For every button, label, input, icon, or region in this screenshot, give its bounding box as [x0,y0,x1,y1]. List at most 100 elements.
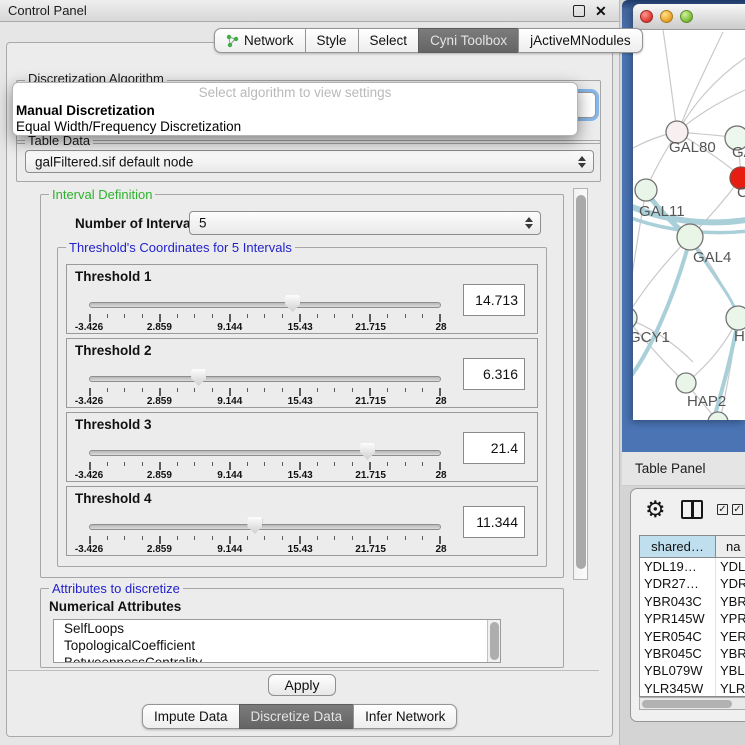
algorithm-dropdown-popup: Select algorithm to view settings Manual… [12,82,578,136]
tick-mark [439,462,441,470]
threshold-value-field[interactable]: 14.713 [463,284,525,316]
threshold-value-field[interactable]: 11.344 [463,506,525,538]
attributes-list-scrollbar[interactable] [487,620,500,662]
thresholds-list: Threshold 1 -3.4262.8599.14415.4321.7152… [58,260,546,556]
tick-mark [194,536,195,540]
table-row[interactable]: YER054CYER0 [640,628,745,645]
tick-mark [317,462,318,466]
tick-mark [159,536,161,544]
attributes-list-scrollbar-thumb[interactable] [490,622,499,660]
node-h[interactable] [726,306,745,330]
threshold-slider[interactable]: -3.4262.8599.14415.4321.71528 [89,413,441,483]
interval-definition-group-title: Interval Definition [49,187,155,202]
table-row[interactable]: YBL079WYBL0 [640,662,745,679]
network-graph: GAL80 GA C GAL11 GAL4 GCY1 H HAP2 [633,30,745,420]
tick-mark [439,536,441,544]
slider-handle-icon[interactable] [247,517,262,534]
tick-mark [299,462,301,470]
tick-mark [194,462,195,466]
tick-label: 2.859 [147,322,172,333]
slider-track[interactable] [89,376,441,382]
minimize-traffic-light-icon[interactable] [660,10,673,23]
slider-handle-icon[interactable] [360,443,375,460]
table-horizontal-scrollbar[interactable] [639,697,745,710]
table-row[interactable]: YLR345WYLR3 [640,680,745,697]
attribute-list-item[interactable]: TopologicalCoefficient [54,637,500,654]
tab-jactivemnodules[interactable]: jActiveMNodules [518,28,643,53]
network-canvas[interactable]: GAL80 GA C GAL11 GAL4 GCY1 H HAP2 [633,30,745,420]
slider-handle-icon[interactable] [285,295,300,312]
apply-button[interactable]: Apply [268,674,336,696]
tick-label: 21.715 [355,322,386,333]
slider-handle-icon[interactable] [191,369,206,386]
tick-mark [405,462,406,466]
node-gcy1[interactable] [633,307,637,329]
tick-mark [212,536,213,540]
algorithm-option-equal-width-frequency[interactable]: Equal Width/Frequency Discretization [13,119,577,135]
tab-infer-network[interactable]: Infer Network [353,704,457,729]
algorithm-option-manual-discretization[interactable]: Manual Discretization [13,103,577,119]
tick-mark [124,462,125,466]
tick-mark [352,536,353,540]
column-header-shared-name[interactable]: shared… [640,536,716,557]
thresholds-group-title: Threshold's Coordinates for 5 Intervals [66,240,295,255]
table-data-group: Table Data galFiltered.sif default node [16,140,601,182]
close-traffic-light-icon[interactable] [640,10,653,23]
network-window-titlebar[interactable] [633,4,745,30]
tick-mark [212,314,213,318]
slider-track[interactable] [89,302,441,308]
table-row[interactable]: YBR045CYBR0 [640,645,745,662]
column-header-name[interactable]: na [716,536,745,557]
float-window-icon[interactable] [573,5,585,17]
checkbox-icon-2[interactable]: ✓ [732,504,743,515]
tab-discretize-data[interactable]: Discretize Data [239,704,355,729]
attribute-list-item[interactable]: BetweennessCentrality [54,654,500,663]
table-horizontal-scrollbar-thumb[interactable] [642,700,732,708]
table-body: YDL19…YDL1YDR27…YDR2YBR043CYBR0YPR145WYP… [640,558,745,697]
table-row[interactable]: YDL19…YDL1 [640,558,745,575]
tab-impute-data[interactable]: Impute Data [142,704,240,729]
label-partial-ga: GA [732,144,745,161]
tab-label: Select [370,33,408,48]
tab-network[interactable]: Network [214,28,306,53]
split-table-icon[interactable] [681,500,703,519]
tick-mark [317,536,318,540]
tick-label: -3.426 [75,470,103,481]
slider-tick-labels: -3.4262.8599.14415.4321.71528 [89,470,441,482]
tick-mark [159,388,161,396]
node-hap2[interactable] [676,373,696,393]
tick-mark [177,462,178,466]
node-gal4[interactable] [677,224,703,250]
bottom-tab-bar: Impute DataDiscretize DataInfer Network [142,704,457,729]
zoom-traffic-light-icon[interactable] [680,10,693,23]
table-row[interactable]: YBR043CYBR0 [640,593,745,610]
threshold-value-field[interactable]: 21.4 [463,432,525,464]
tick-label: 28 [435,396,446,407]
number-of-intervals-spinner[interactable]: 5 [189,211,541,235]
tab-cyni-toolbox[interactable]: Cyni Toolbox [418,28,519,53]
gear-icon[interactable]: ⚙ [645,495,666,523]
threshold-value-field[interactable]: 6.316 [463,358,525,390]
close-icon[interactable]: ✕ [595,5,607,17]
threshold-slider[interactable]: -3.4262.8599.14415.4321.71528 [89,339,441,409]
thresholds-group: Threshold's Coordinates for 5 Intervals … [57,247,547,567]
interval-pane-scrollbar-thumb[interactable] [576,195,586,569]
tick-label: 9.144 [217,470,242,481]
table-row[interactable]: YPR145WYPR1 [640,610,745,627]
threshold-slider[interactable]: -3.4262.8599.14415.4321.71528 [89,487,441,557]
slider-track[interactable] [89,450,441,456]
tab-select[interactable]: Select [358,28,420,53]
node-gal11[interactable] [635,179,657,201]
threshold-slider[interactable]: -3.4262.8599.14415.4321.71528 [89,265,441,335]
control-panel-window: Control Panel ✕ NetworkStyleSelectCyni T… [0,0,620,745]
tick-mark [387,462,388,466]
tick-label: 28 [435,544,446,555]
interval-pane-scrollbar[interactable] [573,188,588,580]
slider-track[interactable] [89,524,441,530]
table-row[interactable]: YDR27…YDR2 [640,575,745,592]
attribute-list-item[interactable]: SelfLoops [54,620,500,637]
tab-style[interactable]: Style [305,28,359,53]
table-data-combobox[interactable]: galFiltered.sif default node [25,150,594,173]
tick-label: 15.43 [288,396,313,407]
checkbox-icon-1[interactable]: ✓ [717,504,728,515]
